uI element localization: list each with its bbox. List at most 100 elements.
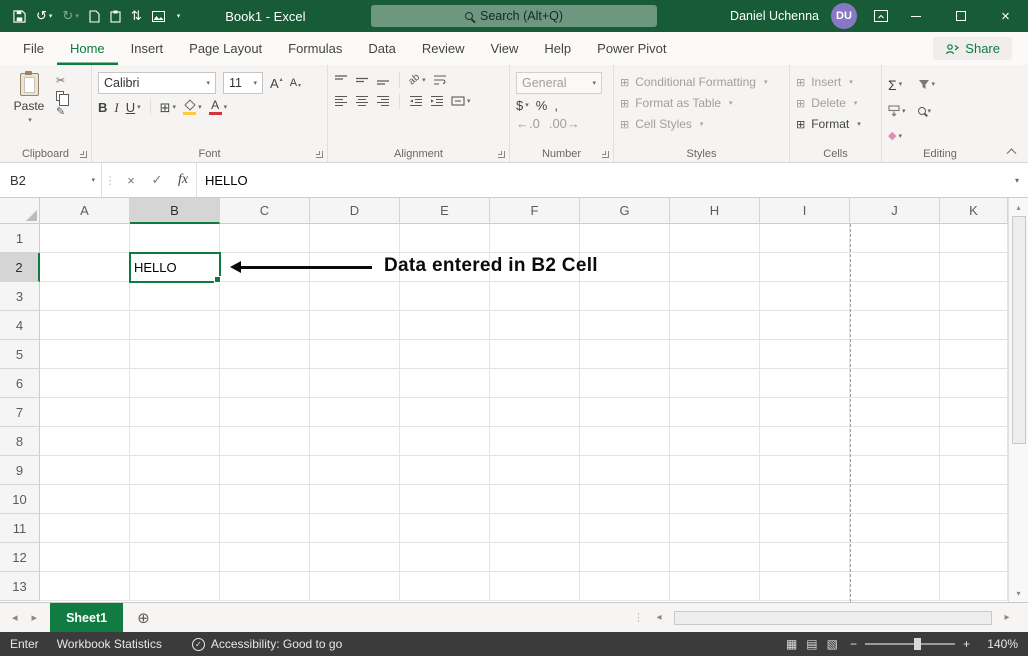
- cell-C3[interactable]: [220, 282, 310, 311]
- underline-button[interactable]: U▾: [126, 101, 141, 114]
- cell-F6[interactable]: [490, 369, 580, 398]
- cell-A10[interactable]: [40, 485, 130, 514]
- clipboard-dialog-launcher[interactable]: [80, 151, 87, 158]
- page-layout-view-button[interactable]: ▤: [806, 637, 817, 651]
- cell-I10[interactable]: [760, 485, 850, 514]
- ribbon-display-options-button[interactable]: [869, 0, 893, 32]
- undo-button[interactable]: ↺▾: [31, 0, 57, 32]
- new-sheet-button[interactable]: ⊕: [137, 609, 150, 627]
- horizontal-scrollbar-thumb[interactable]: [674, 611, 992, 625]
- copy-button[interactable]: ▾: [56, 91, 70, 101]
- column-header-F[interactable]: F: [490, 198, 580, 224]
- vertical-scrollbar[interactable]: ▴ ▾: [1008, 198, 1028, 602]
- column-header-A[interactable]: A: [40, 198, 130, 224]
- cell-D11[interactable]: [310, 514, 400, 543]
- decrease-font-size-button[interactable]: A▾: [290, 78, 301, 89]
- format-cells-button[interactable]: ⊞Format▾: [796, 117, 875, 131]
- save-button[interactable]: [8, 0, 31, 32]
- cell-E6[interactable]: [400, 369, 490, 398]
- sort-filter-button[interactable]: ▾: [918, 79, 936, 90]
- wrap-text-button[interactable]: [433, 74, 447, 86]
- redo-button[interactable]: ↻▾: [57, 0, 83, 32]
- borders-button[interactable]: ⊞▾: [160, 101, 176, 114]
- cell-J3[interactable]: [850, 282, 940, 311]
- cell-B1[interactable]: [130, 224, 220, 253]
- font-size-select[interactable]: 11▾: [223, 72, 263, 94]
- cell-K11[interactable]: [940, 514, 1008, 543]
- cell-A6[interactable]: [40, 369, 130, 398]
- cell-I9[interactable]: [760, 456, 850, 485]
- accessibility-status[interactable]: ✓ Accessibility: Good to go: [192, 637, 342, 651]
- column-header-H[interactable]: H: [670, 198, 760, 224]
- cell-J9[interactable]: [850, 456, 940, 485]
- font-color-button[interactable]: A▾: [209, 99, 228, 115]
- alignment-dialog-launcher[interactable]: [498, 151, 505, 158]
- cell-A11[interactable]: [40, 514, 130, 543]
- column-header-K[interactable]: K: [940, 198, 1008, 224]
- autosum-button[interactable]: Σ▾: [888, 78, 906, 92]
- cell-K8[interactable]: [940, 427, 1008, 456]
- cell-I12[interactable]: [760, 543, 850, 572]
- align-right-button[interactable]: [376, 95, 390, 107]
- column-header-E[interactable]: E: [400, 198, 490, 224]
- cell-K7[interactable]: [940, 398, 1008, 427]
- column-header-J[interactable]: J: [850, 198, 940, 224]
- cell-H5[interactable]: [670, 340, 760, 369]
- cell-C6[interactable]: [220, 369, 310, 398]
- cell-B8[interactable]: [130, 427, 220, 456]
- cell-C8[interactable]: [220, 427, 310, 456]
- cell-F1[interactable]: [490, 224, 580, 253]
- row-header-11[interactable]: 11: [0, 514, 40, 543]
- font-dialog-launcher[interactable]: [316, 151, 323, 158]
- tab-view[interactable]: View: [477, 32, 531, 65]
- cell-H7[interactable]: [670, 398, 760, 427]
- cell-H11[interactable]: [670, 514, 760, 543]
- cell-G5[interactable]: [580, 340, 670, 369]
- cell-I5[interactable]: [760, 340, 850, 369]
- cell-F3[interactable]: [490, 282, 580, 311]
- select-all-corner[interactable]: [0, 198, 40, 224]
- avatar[interactable]: DU: [831, 3, 857, 29]
- cell-F4[interactable]: [490, 311, 580, 340]
- cell-J5[interactable]: [850, 340, 940, 369]
- cell-C4[interactable]: [220, 311, 310, 340]
- cell-D12[interactable]: [310, 543, 400, 572]
- tab-data[interactable]: Data: [355, 32, 408, 65]
- cell-F7[interactable]: [490, 398, 580, 427]
- close-button[interactable]: ×: [983, 0, 1028, 32]
- qat-image-button[interactable]: [147, 0, 170, 32]
- cell-A5[interactable]: [40, 340, 130, 369]
- bold-button[interactable]: B: [98, 101, 107, 114]
- name-box[interactable]: B2▾: [0, 163, 102, 197]
- cell-B11[interactable]: [130, 514, 220, 543]
- fill-button[interactable]: ▾: [888, 105, 906, 117]
- sheet-tab-sheet1[interactable]: Sheet1: [50, 603, 123, 632]
- scroll-up-icon[interactable]: ▴: [1009, 198, 1028, 216]
- increase-decimal-button[interactable]: ←.0: [516, 117, 540, 130]
- cell-K3[interactable]: [940, 282, 1008, 311]
- insert-cells-button[interactable]: ⊞Insert▾: [796, 75, 875, 89]
- zoom-in-button[interactable]: +: [963, 637, 970, 651]
- number-format-select[interactable]: General▾: [516, 72, 602, 94]
- increase-indent-button[interactable]: [430, 95, 444, 107]
- cell-B4[interactable]: [130, 311, 220, 340]
- cell-B12[interactable]: [130, 543, 220, 572]
- bottom-align-button[interactable]: [376, 74, 390, 86]
- vertical-scrollbar-thumb[interactable]: [1012, 216, 1026, 444]
- cell-B3[interactable]: [130, 282, 220, 311]
- cell-J12[interactable]: [850, 543, 940, 572]
- cell-C7[interactable]: [220, 398, 310, 427]
- cell-F9[interactable]: [490, 456, 580, 485]
- cell-J10[interactable]: [850, 485, 940, 514]
- next-sheet-button[interactable]: ▸: [25, 611, 45, 624]
- column-header-G[interactable]: G: [580, 198, 670, 224]
- row-header-1[interactable]: 1: [0, 224, 40, 253]
- cell-E11[interactable]: [400, 514, 490, 543]
- cell-C5[interactable]: [220, 340, 310, 369]
- row-header-8[interactable]: 8: [0, 427, 40, 456]
- splitter-handle-icon[interactable]: ⋮: [633, 611, 644, 624]
- zoom-slider[interactable]: [865, 643, 955, 645]
- cell-D9[interactable]: [310, 456, 400, 485]
- insert-function-button[interactable]: fx: [170, 163, 196, 197]
- column-header-B[interactable]: B: [130, 198, 220, 224]
